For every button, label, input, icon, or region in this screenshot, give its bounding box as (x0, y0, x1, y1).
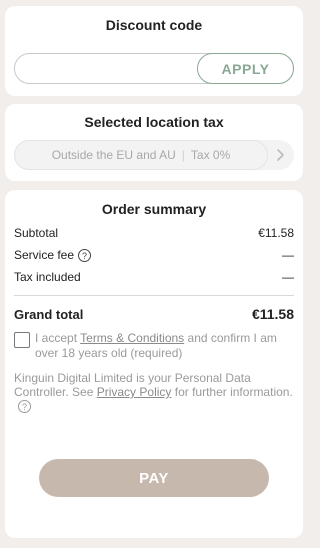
help-icon[interactable]: ? (18, 400, 31, 414)
summary-divider (14, 295, 294, 296)
discount-field-group: APPLY (14, 53, 294, 84)
terms-link[interactable]: Terms & Conditions (80, 331, 184, 345)
privacy-notice: Kinguin Digital Limited is your Personal… (14, 371, 294, 414)
service-fee-label-group: Service fee? (14, 247, 92, 263)
tax-included-value: — (282, 270, 294, 284)
service-fee-row: Service fee? — (14, 247, 294, 263)
terms-consent: I accept Terms & Conditions and confirm … (14, 331, 294, 361)
help-icon[interactable]: ? (78, 249, 92, 263)
pay-button[interactable]: PAY (39, 459, 269, 497)
chevron-right-icon[interactable] (272, 147, 288, 163)
apply-button[interactable]: APPLY (197, 53, 294, 84)
grand-total-label: Grand total (14, 306, 84, 322)
grand-total-value: €11.58 (251, 306, 294, 322)
tax-rate-label: Tax 0% (190, 148, 231, 162)
order-summary-title: Order summary (101, 201, 207, 217)
subtotal-label: Subtotal (14, 226, 59, 240)
discount-code-input[interactable] (15, 54, 197, 83)
discount-title: Discount code (105, 17, 203, 33)
tax-location-label: Outside the EU and AU (51, 148, 176, 162)
tax-location-pill[interactable]: Outside the EU and AU | Tax 0% (14, 140, 268, 170)
terms-text: I accept Terms & Conditions and confirm … (35, 331, 294, 361)
subtotal-row: Subtotal €11.58 (14, 225, 294, 241)
terms-checkbox[interactable] (14, 332, 30, 348)
tax-included-row: Tax included — (14, 269, 294, 285)
tax-title: Selected location tax (84, 114, 224, 130)
terms-prefix: I accept (35, 331, 81, 345)
tax-location-select[interactable]: Outside the EU and AU | Tax 0% (14, 140, 294, 170)
tax-included-label: Tax included (14, 270, 81, 284)
service-fee-value: — (282, 248, 294, 262)
order-summary-card: Order summary Subtotal €11.58 Service fe… (5, 190, 303, 538)
tax-card: Selected location tax Outside the EU and… (5, 104, 303, 181)
discount-card: Discount code APPLY (5, 6, 303, 96)
subtotal-value: €11.58 (258, 226, 294, 240)
privacy-policy-link[interactable]: Privacy Policy (97, 385, 172, 399)
grand-total-row: Grand total €11.58 (14, 306, 294, 322)
service-fee-label: Service fee (14, 247, 75, 262)
tax-separator: | (181, 148, 185, 162)
notice-suffix: for further information. (171, 385, 293, 399)
